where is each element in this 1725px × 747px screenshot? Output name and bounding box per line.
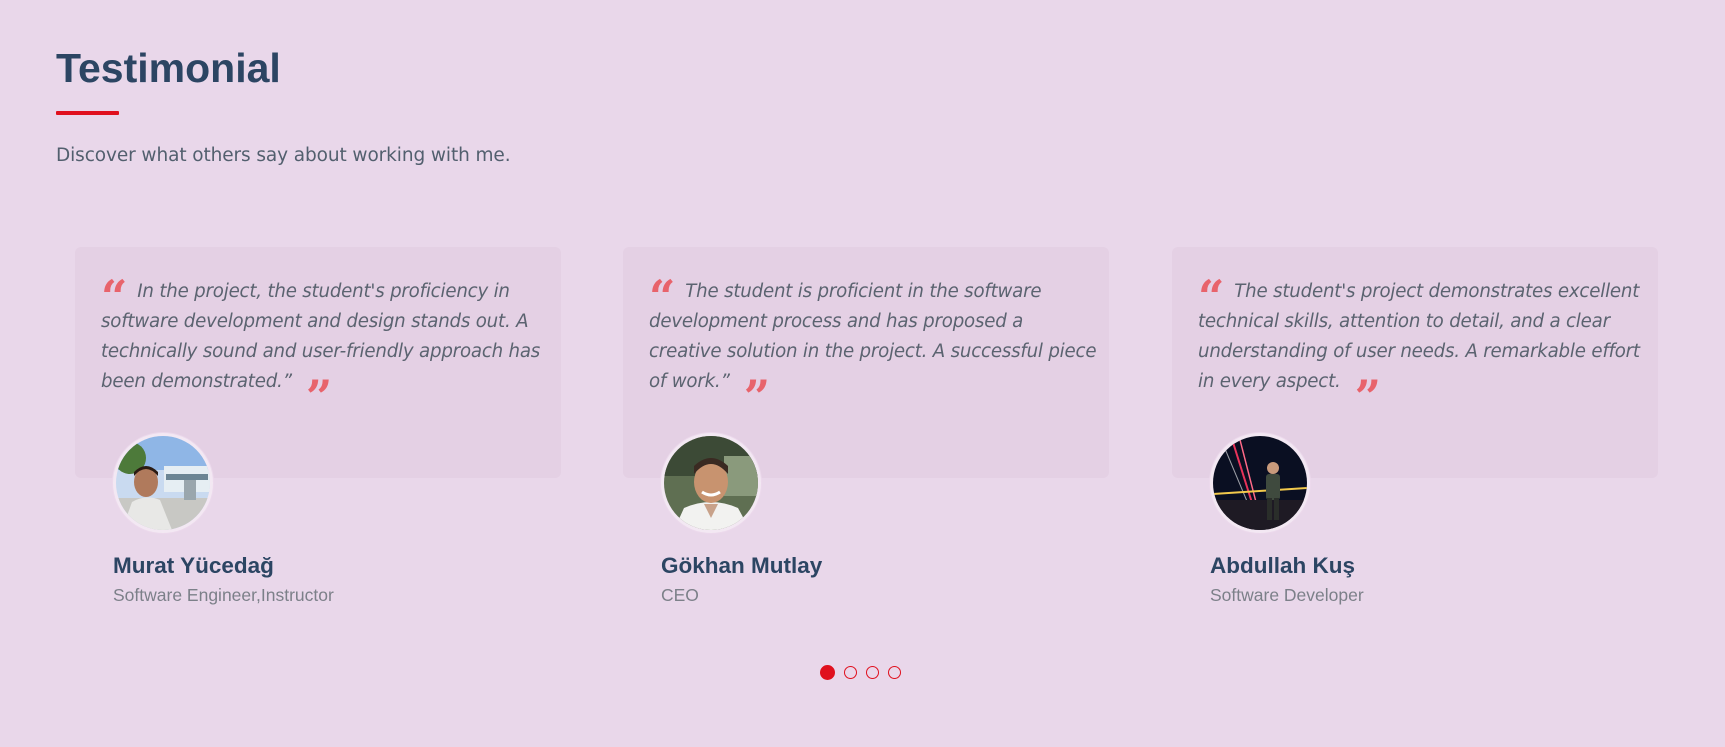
avatar — [661, 433, 761, 533]
testimonial-quote-text: The student is proficient in the softwar… — [649, 281, 1097, 392]
person-role: CEO — [661, 585, 699, 605]
pagination-dot-1[interactable] — [820, 665, 835, 680]
avatar — [1210, 433, 1310, 533]
quote-close-icon: ” — [305, 370, 333, 424]
quote-open-icon: “ — [101, 270, 128, 324]
testimonial-quote: “The student is proficient in the softwa… — [649, 270, 1099, 424]
quote-close-icon: ” — [1354, 370, 1381, 424]
quote-open-icon: “ — [649, 270, 676, 324]
person-name: Murat Yücedağ — [113, 553, 274, 578]
person-role: Software Developer — [1210, 585, 1364, 605]
person-name: Abdullah Kuş — [1210, 553, 1355, 578]
section-subtitle: Discover what others say about working w… — [56, 145, 511, 166]
section-title: Testimonial — [56, 45, 281, 91]
testimonial-quote: “The student's project demonstrates exce… — [1198, 270, 1648, 424]
testimonial-card: “The student is proficient in the softwa… — [623, 247, 1109, 617]
testimonial-card: “In the project, the student's proficien… — [75, 247, 561, 617]
testimonial-quote: “In the project, the student's proficien… — [101, 270, 551, 424]
testimonial-section: Testimonial Discover what others say abo… — [0, 0, 1725, 747]
testimonial-card: “The student's project demonstrates exce… — [1172, 247, 1658, 617]
quote-close-icon: ” — [743, 370, 770, 424]
pagination-dot-4[interactable] — [888, 666, 901, 679]
quote-open-icon: “ — [1198, 270, 1225, 324]
carousel-pagination — [820, 665, 901, 684]
testimonial-quote-text: The student's project demonstrates excel… — [1198, 281, 1640, 392]
pagination-dot-2[interactable] — [844, 666, 857, 679]
person-role: Software Engineer,Instructor — [113, 585, 334, 605]
title-underline — [56, 111, 119, 115]
avatar — [113, 433, 213, 533]
person-name: Gökhan Mutlay — [661, 553, 823, 578]
pagination-dot-3[interactable] — [866, 666, 879, 679]
